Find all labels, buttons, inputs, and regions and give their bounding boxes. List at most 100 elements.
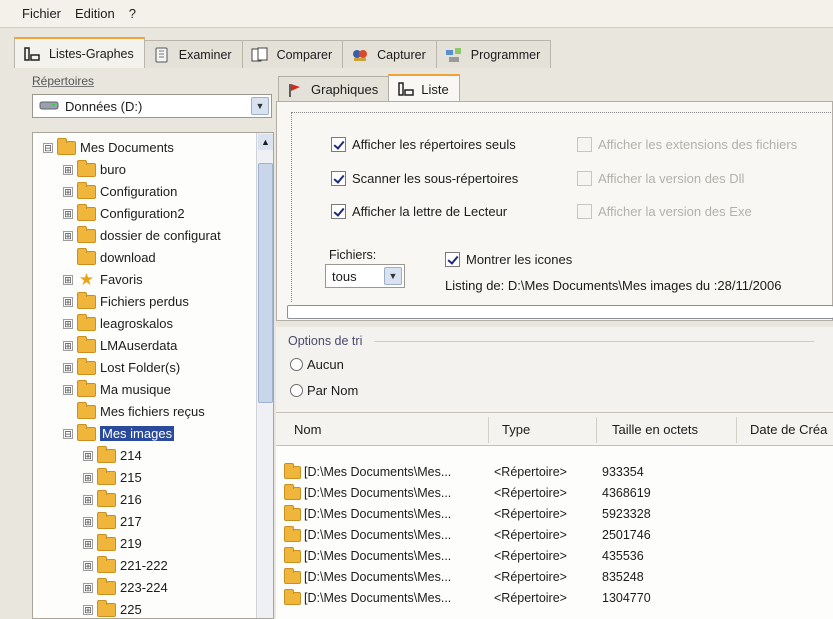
tree-item[interactable]: ⊞ 215 [83,467,142,488]
tree-scrollbar[interactable]: ▲ [256,133,273,618]
tree-item[interactable]: ⊞ 221-222 [83,555,168,576]
tab-capturer[interactable]: Capturer [342,40,437,68]
checkbox[interactable] [331,137,346,152]
directory-tree[interactable]: ▲ ⊟ Mes Documents ⊞ buro ⊞ Configuration ⊞ Conf… [32,132,274,619]
tree-item[interactable]: ⊟ Mes Documents [43,137,174,158]
tree-item[interactable]: ⊞ 225 [83,599,142,618]
tree-expander-icon[interactable]: ⊞ [63,318,73,329]
column-separator[interactable] [596,417,597,443]
tree-expander-icon[interactable]: ⊞ [63,384,73,395]
tree-item[interactable]: ⊟ Mes images [63,423,175,444]
option-scanner-sous-repertoires[interactable]: Scanner les sous-répertoires [331,171,518,186]
menu-help[interactable]: ? [129,6,136,21]
option-label: Afficher les extensions des fichiers [598,137,798,152]
tree-expander-icon[interactable]: ⊞ [63,186,73,197]
column-taille[interactable]: Taille en octets [612,422,698,437]
scroll-up-icon[interactable]: ▲ [258,134,273,150]
list-item[interactable]: [D:\Mes Documents\Mes... <Répertoire> 4368… [284,483,722,503]
drive-select[interactable]: Données (D:) ▼ [32,94,272,118]
menu-bar: Fichier Edition ? [0,0,833,28]
tree-item[interactable]: ⊞ Lost Folder(s) [63,357,180,378]
tab-comparer[interactable]: Comparer [241,40,344,68]
tree-expander-icon[interactable]: ⊞ [63,362,73,373]
list-item[interactable]: [D:\Mes Documents\Mes... <Répertoire> 9333… [284,462,722,482]
tree-item-label: 225 [120,602,142,617]
tree-expander-icon[interactable]: ⊞ [83,494,93,505]
radio-button[interactable] [290,358,303,371]
tree-item[interactable]: ⊞ 223-224 [83,577,168,598]
list-item-type: <Répertoire> [494,528,567,542]
option-lettre-lecteur[interactable]: Afficher la lettre de Lecteur [331,204,507,219]
option-montrer-icones[interactable]: Montrer les icones [445,252,572,267]
tree-expander-icon[interactable]: ⊞ [63,340,73,351]
divider [374,341,814,342]
option-label: Afficher la version des Exe [598,204,752,219]
list-item[interactable]: [D:\Mes Documents\Mes... <Répertoire> 5923… [284,504,722,524]
tab-listes-graphes[interactable]: Listes-Graphes [14,37,145,68]
tree-item[interactable]: ⊞ buro [63,159,126,180]
tree-expander-icon[interactable]: ⊞ [63,296,73,307]
list-item-size: 5923328 [602,507,651,521]
tree-item[interactable]: Mes fichiers reçus [63,401,205,422]
tab-graphiques[interactable]: Graphiques [278,76,390,102]
checkbox[interactable] [331,204,346,219]
menu-edition[interactable]: Edition [75,6,115,21]
list-item-name-cell: [D:\Mes Documents\Mes... [284,567,494,584]
column-separator[interactable] [488,417,489,443]
scroll-thumb[interactable] [258,163,273,403]
tree-expander-icon[interactable]: ⊞ [83,516,93,527]
sort-par-nom[interactable]: Par Nom [290,383,358,398]
menu-fichier[interactable]: Fichier [22,6,61,21]
tree-item[interactable]: ⊞ 219 [83,533,142,554]
tree-expander-icon[interactable]: ⊟ [43,142,53,153]
tree-item-label: 217 [120,514,142,529]
compare-icon [251,47,269,63]
column-type[interactable]: Type [502,422,530,437]
tree-item[interactable]: ⊞ Configuration [63,181,177,202]
tree-item[interactable]: ⊞ 216 [83,489,142,510]
tree-expander-icon[interactable]: ⊟ [63,428,73,439]
tree-expander-icon[interactable]: ⊞ [63,274,73,285]
tree-item[interactable]: download [63,247,156,268]
tree-item[interactable]: ⊞ Configuration2 [63,203,185,224]
tree-expander-icon[interactable]: ⊞ [83,582,93,593]
column-separator[interactable] [736,417,737,443]
tree-item[interactable]: ⊞ LMAuserdata [63,335,177,356]
chevron-down-icon[interactable]: ▼ [251,97,269,115]
tree-item[interactable]: ⊞ dossier de configurat [63,225,221,246]
column-nom[interactable]: Nom [294,422,321,437]
fichiers-select[interactable]: tous ▼ [325,264,405,288]
tree-expander-icon[interactable]: ⊞ [83,560,93,571]
tab-programmer[interactable]: Programmer [435,40,552,68]
tab-liste[interactable]: Liste [388,74,460,102]
tree-item[interactable]: ⊞ leagroskalos [63,313,173,334]
tree-item[interactable]: ⊞ 217 [83,511,142,532]
tree-expander-icon[interactable]: ⊞ [63,164,73,175]
tree-expander-icon[interactable]: ⊞ [83,472,93,483]
tree-item[interactable]: ⊞ ★ Favoris [63,269,143,290]
checkbox[interactable] [331,171,346,186]
list-item[interactable]: [D:\Mes Documents\Mes... <Répertoire> 1304… [284,588,722,608]
option-afficher-repertoires[interactable]: Afficher les répertoires seuls [331,137,516,152]
repertoires-label: Répertoires [32,74,95,88]
tree-expander-icon[interactable]: ⊞ [83,604,93,615]
tree-expander-icon[interactable]: ⊞ [83,538,93,549]
radio-button[interactable] [290,384,303,397]
column-date[interactable]: Date de Créa [750,422,827,437]
list-item[interactable]: [D:\Mes Documents\Mes... <Répertoire> 4355… [284,546,722,566]
tree-expander-icon[interactable]: ⊞ [63,230,73,241]
tree-item[interactable]: ⊞ Ma musique [63,379,171,400]
list-item[interactable]: [D:\Mes Documents\Mes... <Répertoire> 8352… [284,567,722,587]
checkbox[interactable] [445,252,460,267]
list-item[interactable]: [D:\Mes Documents\Mes... <Répertoire> 2501… [284,525,722,545]
tree-item-label: Ma musique [100,382,171,397]
sort-aucun[interactable]: Aucun [290,357,344,372]
tab-examiner[interactable]: Examiner [143,40,243,68]
tree-item[interactable]: ⊞ Fichiers perdus [63,291,189,312]
tree-expander-icon[interactable]: ⊞ [83,450,93,461]
tree-item[interactable]: ⊞ 214 [83,445,142,466]
chevron-down-icon[interactable]: ▼ [384,267,402,285]
tree-expander-icon[interactable]: ⊞ [63,208,73,219]
dotted-frame [291,112,292,302]
file-list[interactable]: [D:\Mes Documents\Mes... <Répertoire> 9333… [276,446,833,619]
